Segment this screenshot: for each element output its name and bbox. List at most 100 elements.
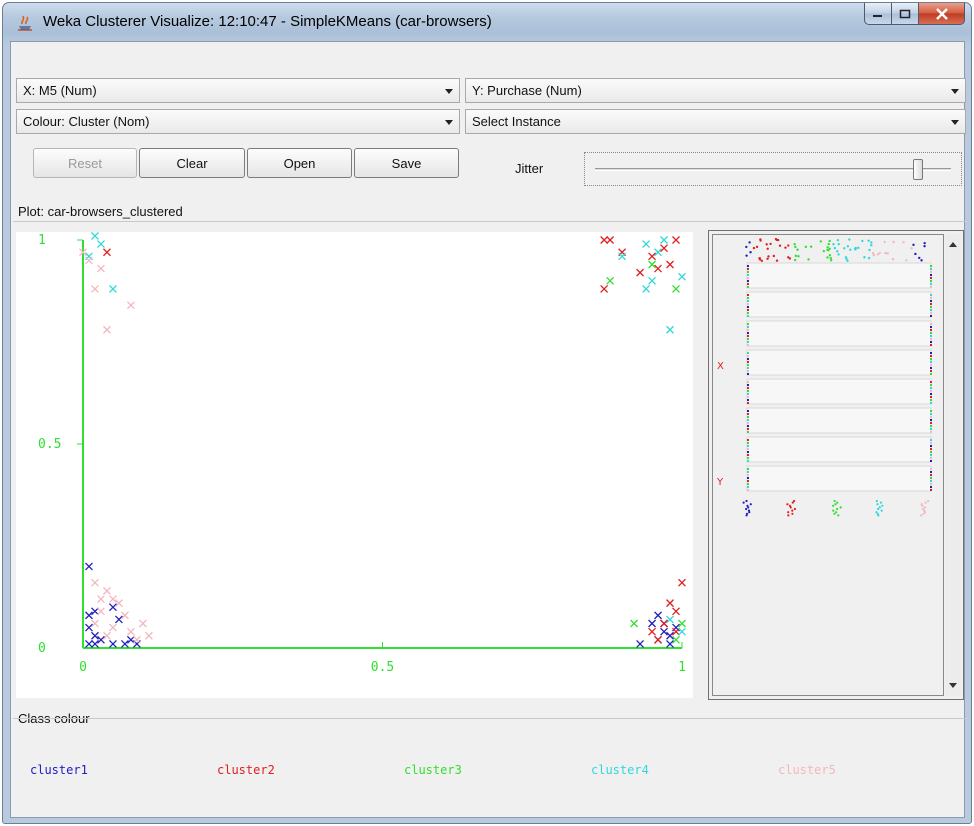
matrix-dot — [892, 240, 895, 244]
matrix-dot — [910, 246, 913, 250]
matrix-dot — [930, 393, 932, 395]
legend-cluster4[interactable]: cluster4 — [591, 763, 649, 777]
matrix-dot — [836, 238, 840, 242]
select-instance-value: Select Instance — [472, 114, 561, 129]
jitter-slider[interactable] — [584, 152, 962, 186]
open-button[interactable]: Open — [247, 148, 352, 178]
matrix-dot — [747, 402, 749, 404]
matrix-dot — [747, 274, 749, 276]
scroll-up-icon[interactable] — [949, 242, 957, 247]
attribute-matrix-svg: XY — [716, 237, 932, 517]
title-bar[interactable]: Weka Clusterer Visualize: 12:10:47 - Sim… — [3, 3, 971, 41]
matrix-dot — [747, 323, 749, 325]
reset-button[interactable]: Reset — [33, 148, 137, 178]
clear-button[interactable]: Clear — [139, 148, 245, 178]
matrix-dot — [930, 416, 932, 418]
matrix-dot — [747, 370, 749, 372]
data-point — [108, 623, 117, 632]
matrix-dot — [902, 241, 905, 244]
matrix-dot — [930, 477, 932, 479]
data-point — [103, 631, 111, 640]
matrix-dot — [876, 503, 879, 506]
matrix-dot — [747, 277, 749, 279]
legend-cluster5[interactable]: cluster5 — [778, 763, 836, 777]
close-button[interactable] — [919, 3, 965, 25]
matrix-dot — [924, 501, 927, 504]
scroll-down-icon[interactable] — [949, 683, 957, 688]
matrix-dot — [749, 251, 752, 254]
matrix-dot — [747, 309, 749, 311]
matrix-dot — [747, 338, 749, 340]
matrix-dot — [930, 425, 932, 427]
chevron-down-icon — [951, 89, 959, 94]
legend-cluster1[interactable]: cluster1 — [30, 763, 88, 777]
data-point — [97, 595, 105, 603]
matrix-dot — [747, 393, 749, 395]
data-point — [636, 268, 645, 277]
matrix-dot — [930, 303, 932, 305]
chevron-down-icon — [445, 89, 453, 94]
attribute-matrix[interactable]: XY — [712, 234, 944, 696]
x-axis-select[interactable]: X: M5 (Num) — [16, 78, 460, 103]
minimize-icon — [873, 14, 882, 17]
matrix-dot — [877, 507, 880, 511]
select-instance-select[interactable]: Select Instance — [465, 109, 966, 134]
x-tick-label: 0 — [79, 660, 87, 675]
maximize-button[interactable] — [892, 3, 919, 25]
matrix-dot — [854, 248, 857, 251]
matrix-dot — [760, 259, 764, 262]
matrix-scrollbar[interactable] — [945, 234, 961, 696]
matrix-dot — [930, 457, 932, 459]
matrix-dot — [872, 254, 876, 257]
matrix-dot — [918, 256, 921, 260]
data-point — [126, 627, 135, 636]
matrix-dot — [747, 381, 749, 383]
data-point — [648, 627, 657, 636]
matrix-dot — [747, 480, 749, 482]
matrix-dot — [793, 258, 797, 262]
save-button[interactable]: Save — [354, 148, 459, 178]
matrix-dot — [766, 257, 769, 260]
matrix-dot — [835, 511, 838, 514]
matrix-dot — [930, 274, 932, 276]
matrix-dot — [747, 367, 749, 369]
matrix-dot — [930, 471, 932, 473]
plot-group-border — [13, 221, 970, 222]
matrix-dot — [930, 381, 932, 383]
slider-track — [595, 168, 951, 171]
slider-thumb[interactable] — [913, 159, 923, 180]
y-axis-select[interactable]: Y: Purchase (Num) — [465, 78, 966, 103]
window-title: Weka Clusterer Visualize: 12:10:47 - Sim… — [43, 13, 492, 30]
matrix-dot — [759, 239, 762, 242]
matrix-dot — [930, 335, 932, 337]
scatter-plot[interactable]: 0 0.5 1 0 0.5 1 — [16, 232, 693, 698]
data-point — [618, 252, 627, 261]
colour-select[interactable]: Colour: Cluster (Nom) — [16, 109, 460, 134]
colour-select-value: Colour: Cluster (Nom) — [23, 114, 150, 129]
matrix-dot — [745, 245, 748, 249]
data-point — [91, 631, 99, 640]
data-point — [642, 240, 651, 249]
matrix-dot — [747, 358, 749, 360]
data-point — [91, 607, 99, 616]
matrix-dot — [833, 499, 836, 503]
minimize-button[interactable] — [864, 3, 892, 25]
matrix-dot — [870, 241, 873, 244]
matrix-dot — [846, 259, 849, 262]
matrix-dot — [905, 259, 908, 262]
matrix-dot — [804, 245, 808, 249]
matrix-dot — [767, 255, 770, 258]
legend-cluster3[interactable]: cluster3 — [404, 763, 462, 777]
data-point — [85, 611, 93, 620]
matrix-dot — [930, 300, 932, 302]
matrix-dot — [747, 268, 749, 270]
matrix-dot — [930, 344, 932, 346]
data-point — [636, 639, 645, 648]
matrix-dot — [747, 468, 749, 470]
matrix-dot — [930, 352, 932, 354]
matrix-dot — [747, 303, 749, 305]
legend-cluster2[interactable]: cluster2 — [217, 763, 275, 777]
close-icon — [935, 7, 948, 20]
matrix-dot — [787, 244, 790, 247]
data-point — [85, 639, 93, 648]
